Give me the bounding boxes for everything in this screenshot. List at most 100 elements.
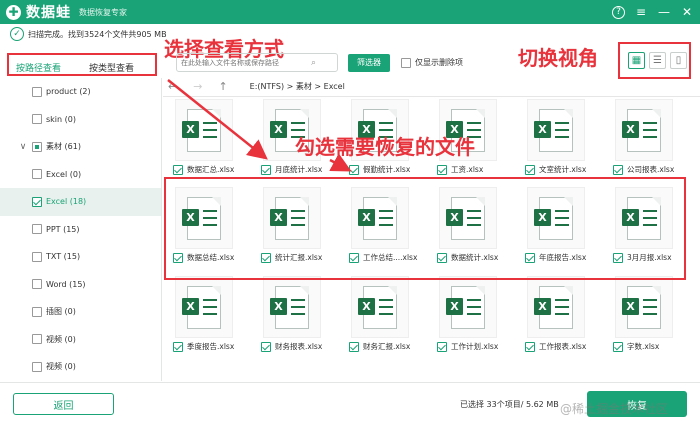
- grid-view-icon[interactable]: ▦: [628, 52, 645, 69]
- tree-item[interactable]: Word (15): [0, 271, 161, 299]
- excel-file-icon: X: [182, 285, 221, 329]
- tree-item-label: Word (15): [46, 279, 86, 289]
- file-checkbox[interactable]: [613, 341, 623, 352]
- file-label: 字数.xlsx: [613, 341, 659, 352]
- tree-checkbox[interactable]: [32, 279, 42, 290]
- help-icon[interactable]: ?: [612, 5, 625, 19]
- tree-item[interactable]: Excel (18): [0, 188, 161, 216]
- tree-checkbox[interactable]: [32, 251, 42, 262]
- tree-item[interactable]: 插图 (0): [0, 298, 161, 326]
- file-label: 假勤统计.xlsx: [349, 164, 410, 175]
- search-icon[interactable]: ⌕: [311, 58, 316, 68]
- tree-checkbox[interactable]: [32, 196, 42, 207]
- file-thumbnail[interactable]: X: [263, 276, 321, 338]
- app-name: 数据蛙: [26, 5, 71, 21]
- search-input[interactable]: [181, 58, 311, 67]
- tree-checkbox[interactable]: [32, 169, 42, 180]
- file-item[interactable]: X 财务汇报.xlsx: [341, 273, 421, 363]
- close-button[interactable]: ✕: [680, 3, 694, 21]
- file-name: 字数.xlsx: [627, 342, 660, 351]
- file-checkbox[interactable]: [173, 164, 183, 175]
- excel-file-icon: X: [446, 285, 485, 329]
- tree-item[interactable]: skin (0): [0, 106, 161, 134]
- tree-checkbox[interactable]: [32, 224, 42, 235]
- tree-item-label: TXT (15): [46, 252, 81, 262]
- file-item[interactable]: X 字数.xlsx: [605, 273, 685, 363]
- file-checkbox[interactable]: [261, 164, 271, 175]
- tree-item[interactable]: TXT (15): [0, 243, 161, 271]
- tree-checkbox[interactable]: [32, 361, 42, 372]
- file-checkbox[interactable]: [437, 164, 447, 175]
- search-row: ⌕ 筛选器 仅显示删除项: [176, 53, 463, 72]
- file-checkbox[interactable]: [173, 341, 183, 352]
- file-item[interactable]: X 公司报表.xlsx: [605, 97, 685, 186]
- deleted-only-label: 仅显示删除项: [415, 58, 463, 67]
- file-item[interactable]: X 工作计划.xlsx: [429, 273, 509, 363]
- file-checkbox[interactable]: [525, 164, 535, 175]
- annotation-box-tabs: [7, 53, 157, 76]
- file-checkbox[interactable]: [349, 341, 359, 352]
- tree-item[interactable]: product (2): [0, 78, 161, 106]
- list-view-icon[interactable]: ☰: [649, 52, 666, 69]
- file-checkbox[interactable]: [437, 341, 447, 352]
- excel-file-icon: X: [534, 285, 573, 329]
- file-thumbnail[interactable]: X: [615, 99, 673, 161]
- file-name: 季度报告.xlsx: [187, 342, 235, 351]
- file-checkbox[interactable]: [349, 164, 359, 175]
- breadcrumb: E:(NTFS) > 素材 > Excel: [249, 82, 345, 91]
- scan-status-text: 扫描完成。找到3524个文件共905 MB: [28, 29, 167, 39]
- back-arrow-icon[interactable]: ←: [168, 80, 177, 93]
- tree-checkbox[interactable]: [32, 114, 42, 125]
- window-controls: ? ≡ — ✕: [612, 3, 694, 21]
- file-thumbnail[interactable]: X: [175, 99, 233, 161]
- file-name: 公司报表.xlsx: [627, 165, 675, 174]
- file-thumbnail[interactable]: X: [527, 276, 585, 338]
- tree-item[interactable]: 视频 (0): [0, 326, 161, 354]
- path-bar: ← → ↑ E:(NTFS) > 素材 > Excel: [168, 80, 345, 93]
- preview-view-icon[interactable]: ▯: [670, 52, 687, 69]
- up-arrow-icon[interactable]: ↑: [218, 80, 227, 93]
- file-label: 文室统计.xlsx: [525, 164, 586, 175]
- file-checkbox[interactable]: [525, 341, 535, 352]
- check-circle-icon: ✓: [10, 27, 24, 41]
- tree-checkbox[interactable]: [32, 141, 42, 152]
- tree-item[interactable]: 视频 (0): [0, 353, 161, 381]
- file-thumbnail[interactable]: X: [351, 276, 409, 338]
- expand-chevron-icon[interactable]: ∨: [18, 142, 28, 152]
- tree-item-label: 视频 (0): [46, 362, 76, 372]
- file-checkbox[interactable]: [613, 164, 623, 175]
- file-item[interactable]: X 文室统计.xlsx: [517, 97, 597, 186]
- tree-checkbox[interactable]: [32, 306, 42, 317]
- file-thumbnail[interactable]: X: [615, 276, 673, 338]
- file-item[interactable]: X 工作报表.xlsx: [517, 273, 597, 363]
- file-checkbox[interactable]: [261, 341, 271, 352]
- back-button[interactable]: 返回: [13, 393, 114, 415]
- file-item[interactable]: X 数据汇总.xlsx: [165, 97, 245, 186]
- minimize-button[interactable]: —: [657, 3, 671, 21]
- file-thumbnail[interactable]: X: [527, 99, 585, 161]
- tree-item[interactable]: Excel (0): [0, 161, 161, 189]
- app-subtitle: 数据恢复专家: [79, 7, 127, 17]
- tree-item-label: 素材 (61): [46, 142, 81, 152]
- app-logo-icon: ✚: [6, 4, 21, 20]
- deleted-only-checkbox[interactable]: [401, 57, 411, 68]
- tree-checkbox[interactable]: [32, 86, 42, 97]
- tree-checkbox[interactable]: [32, 334, 42, 345]
- file-name: 工作计划.xlsx: [451, 342, 499, 351]
- annotation-box-files: [164, 177, 686, 280]
- app-logo: ✚ 数据蛙: [6, 2, 71, 22]
- tree-item[interactable]: PPT (15): [0, 216, 161, 244]
- file-thumbnail[interactable]: X: [175, 276, 233, 338]
- file-label: 工作计划.xlsx: [437, 341, 498, 352]
- tree-item[interactable]: ∨ 素材 (61): [0, 133, 161, 161]
- file-item[interactable]: X 财务报表.xlsx: [253, 273, 333, 363]
- filter-button[interactable]: 筛选器: [348, 53, 390, 72]
- file-item[interactable]: X 季度报告.xlsx: [165, 273, 245, 363]
- deleted-only-toggle[interactable]: 仅显示删除项: [401, 57, 463, 68]
- file-label: 公司报表.xlsx: [613, 164, 674, 175]
- annotation-switch-view: 切换视角: [518, 46, 598, 70]
- menu-icon[interactable]: ≡: [634, 3, 648, 21]
- forward-arrow-icon[interactable]: →: [193, 80, 202, 93]
- file-name: 文室统计.xlsx: [539, 165, 587, 174]
- file-thumbnail[interactable]: X: [439, 276, 497, 338]
